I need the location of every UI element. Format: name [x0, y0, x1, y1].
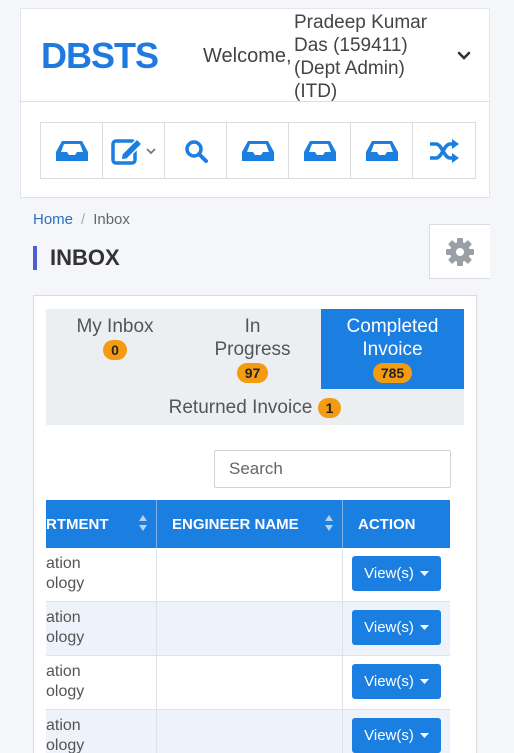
view-button-label: View(s): [364, 727, 414, 744]
department-cell: ation ology: [46, 656, 157, 710]
count-badge: 785: [372, 363, 413, 383]
brand-logo[interactable]: DBSTS: [41, 35, 159, 77]
department-text: ation: [46, 555, 81, 572]
department-cell: ation ology: [46, 548, 157, 602]
user-line: (Dept Admin): [294, 58, 405, 79]
count-badge: 1: [317, 398, 342, 418]
department-text: ation: [46, 609, 81, 626]
column-header-engineer-name[interactable]: ENGINEER NAME: [157, 500, 343, 548]
tab-in-progress[interactable]: In Progress 97: [184, 309, 321, 389]
view-button-label: View(s): [364, 673, 414, 690]
department-text: ology: [46, 575, 85, 592]
table-row: ation ology View(s): [46, 548, 450, 602]
column-header-label: ENGINEER NAME: [172, 515, 299, 533]
view-button-label: View(s): [364, 565, 414, 582]
breadcrumb-separator: /: [81, 211, 86, 228]
inbox-icon: [241, 140, 274, 161]
view-dropdown-button[interactable]: View(s): [352, 556, 441, 591]
tab-label: My Inbox: [76, 316, 154, 337]
sort-icon: [139, 515, 147, 531]
engineer-cell: [157, 656, 343, 710]
user-line: Pradeep Kumar: [294, 12, 428, 33]
page-title: INBOX: [33, 246, 120, 270]
search-button[interactable]: [165, 123, 227, 178]
count-badge: 97: [236, 363, 269, 383]
tab-completed-invoice[interactable]: Completed Invoice 785: [321, 309, 464, 389]
tab-label: Returned Invoice: [168, 397, 313, 418]
view-button-label: View(s): [364, 619, 414, 636]
inbox-button[interactable]: [289, 123, 351, 178]
tab-label: Completed: [346, 316, 439, 337]
engineer-cell: [157, 548, 343, 602]
welcome-label: Welcome,: [203, 45, 292, 67]
table-row: ation ology View(s): [46, 656, 450, 710]
engineer-cell: [157, 602, 343, 656]
edit-icon: [110, 137, 143, 165]
tab-returned-invoice[interactable]: Returned Invoice 1: [46, 389, 464, 425]
table-row: ation ology View(s): [46, 710, 450, 753]
inbox-card: My Inbox 0 In Progress 97 Completed Invo…: [33, 295, 477, 753]
breadcrumb: Home / Inbox: [33, 211, 130, 228]
department-text: ology: [46, 737, 85, 753]
department-cell: ation ology: [46, 602, 157, 656]
shuffle-icon: [430, 138, 459, 163]
caret-down-icon: [419, 732, 429, 738]
view-dropdown-button[interactable]: View(s): [352, 664, 441, 699]
toolbar: [40, 122, 476, 179]
view-dropdown-button[interactable]: View(s): [352, 610, 441, 645]
search-icon: [184, 139, 208, 163]
column-header-label: ACTION: [358, 515, 416, 533]
toolbar-panel: [20, 102, 490, 198]
count-badge: 0: [103, 340, 127, 360]
column-header-action[interactable]: ACTION: [343, 500, 450, 548]
column-header-department[interactable]: RTMENT: [46, 500, 157, 548]
chevron-down-icon[interactable]: [457, 49, 471, 63]
department-cell: ation ology: [46, 710, 157, 753]
breadcrumb-current: Inbox: [93, 211, 130, 228]
user-line: Das (159411): [294, 35, 408, 56]
inbox-button[interactable]: [227, 123, 289, 178]
tab-label: In: [244, 316, 261, 337]
view-dropdown-button[interactable]: View(s): [352, 718, 441, 753]
caret-down-icon: [419, 624, 429, 630]
compose-dropdown-button[interactable]: [103, 123, 165, 178]
inbox-button[interactable]: [41, 123, 103, 178]
tab-label: Invoice: [362, 339, 423, 360]
inbox-icon: [365, 140, 398, 161]
department-text: ation: [46, 717, 81, 734]
caret-down-icon: [419, 678, 429, 684]
breadcrumb-home-link[interactable]: Home: [33, 211, 73, 228]
inbox-tabs: My Inbox 0 In Progress 97 Completed Invo…: [46, 309, 464, 425]
settings-button[interactable]: [429, 224, 490, 279]
inbox-button[interactable]: [351, 123, 413, 178]
department-text: ology: [46, 629, 85, 646]
top-header: DBSTS Welcome, Pradeep Kumar Das (159411…: [20, 8, 490, 102]
department-text: ation: [46, 663, 81, 680]
user-name[interactable]: Pradeep Kumar Das (159411) (Dept Admin) …: [294, 11, 464, 103]
table-row: ation ology View(s): [46, 602, 450, 656]
tab-label: Progress: [214, 339, 291, 360]
tab-my-inbox[interactable]: My Inbox 0: [46, 309, 184, 389]
inbox-icon: [55, 140, 88, 161]
shuffle-button[interactable]: [413, 123, 475, 178]
gear-icon: [446, 237, 474, 266]
column-header-label: RTMENT: [46, 515, 109, 533]
user-line: (ITD): [294, 81, 338, 102]
caret-down-icon: [419, 570, 429, 576]
inbox-icon: [303, 140, 336, 161]
engineer-cell: [157, 710, 343, 753]
sort-icon: [325, 515, 333, 531]
search-input[interactable]: [214, 450, 451, 488]
department-text: ology: [46, 683, 85, 700]
chevron-down-icon: [145, 147, 156, 154]
